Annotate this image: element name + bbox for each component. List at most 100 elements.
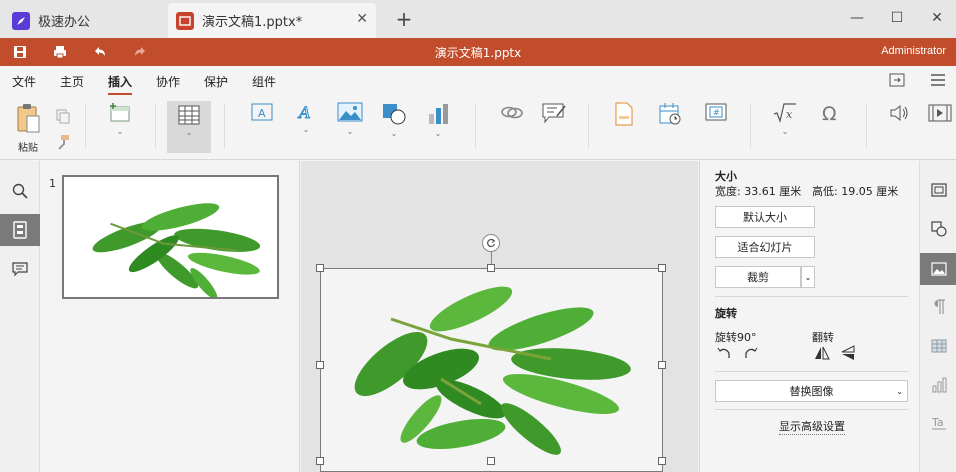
rotate90-label: 旋转90° <box>715 331 757 344</box>
menu-file[interactable]: 文件 <box>12 73 36 90</box>
resize-handle-nw[interactable] <box>316 264 324 272</box>
chevron-down-icon: ⌄ <box>896 386 903 396</box>
chart-button[interactable]: ⌄ <box>418 102 458 150</box>
copy-icon[interactable] <box>55 108 71 127</box>
table-button[interactable]: ⌄ <box>167 101 211 153</box>
paste-button[interactable]: 粘贴 <box>8 102 48 158</box>
omega-icon: Ω <box>822 103 837 124</box>
shape-settings-icon[interactable] <box>920 213 956 245</box>
close-window-button[interactable]: ✕ <box>922 6 952 30</box>
comments-icon[interactable] <box>0 253 40 285</box>
svg-text:#: # <box>713 108 720 117</box>
image-settings-panel: 大小 宽度: 33.61 厘米 高低: 19.05 厘米 默认大小 适合幻灯片 … <box>699 161 919 472</box>
symbol-button[interactable]: Ω <box>811 102 851 150</box>
svg-text:Ω: Ω <box>822 103 837 124</box>
separator <box>224 104 225 148</box>
equation-button[interactable]: x ⌄ <box>765 102 805 150</box>
insert-toolbar: 粘贴 ⌄ ⌄ A A ⌄ ⌄ ⌄ ⌄ # x ⌄ Ω <box>0 96 956 160</box>
table-icon <box>178 105 200 125</box>
chart-icon <box>429 104 448 124</box>
link-icon <box>501 106 523 119</box>
resize-handle-s[interactable] <box>487 457 495 465</box>
image-settings-icon[interactable] <box>920 253 956 285</box>
editing-canvas[interactable] <box>301 161 698 472</box>
menu-bar: 文件 主页 插入 协作 保护 组件 <box>0 66 956 96</box>
document-title: 演示文稿1.pptx <box>434 46 522 60</box>
slides-panel-icon[interactable] <box>0 214 40 246</box>
crop-dropdown-icon[interactable]: ⌄ <box>801 266 815 288</box>
menu-insert[interactable]: 插入 <box>108 73 133 95</box>
resize-handle-ne[interactable] <box>658 264 666 272</box>
slide-number-button[interactable]: # <box>696 102 736 150</box>
text-art-button[interactable]: A ⌄ <box>286 102 326 150</box>
tea-leaves-image <box>354 286 631 455</box>
open-location-icon[interactable] <box>889 73 905 90</box>
format-painter-icon[interactable] <box>55 134 71 153</box>
replace-image-label: 替换图像 <box>789 385 834 398</box>
replace-image-button[interactable]: 替换图像 ⌄ <box>715 380 908 402</box>
menu-home[interactable]: 主页 <box>60 73 84 90</box>
paragraph-settings-icon[interactable] <box>920 291 956 323</box>
minimize-button[interactable]: — <box>842 6 872 30</box>
default-size-button[interactable]: 默认大小 <box>715 206 815 228</box>
tab-document[interactable]: 演示文稿1.pptx* ✕ <box>168 3 376 38</box>
separator <box>475 104 476 148</box>
image-button[interactable]: ⌄ <box>330 102 370 150</box>
text-art-settings-icon[interactable]: Ta <box>920 407 956 439</box>
resize-handle-w[interactable] <box>316 361 324 369</box>
close-tab-icon[interactable]: ✕ <box>356 11 368 27</box>
shape-button[interactable]: ⌄ <box>374 102 414 150</box>
rotate-left-icon[interactable] <box>717 346 731 363</box>
document-icon <box>615 102 633 126</box>
menu-components[interactable]: 组件 <box>252 73 276 90</box>
comment-button[interactable] <box>534 102 574 150</box>
resize-handle-n[interactable] <box>487 264 495 272</box>
new-tab-button[interactable]: + <box>390 6 418 32</box>
divider <box>715 371 908 372</box>
calendar-icon <box>659 103 681 125</box>
chart-settings-icon[interactable] <box>920 369 956 401</box>
separator <box>155 104 156 148</box>
table-settings-icon[interactable] <box>920 330 956 362</box>
tea-leaves-thumbnail-image <box>92 203 261 300</box>
audio-button[interactable] <box>880 102 920 150</box>
speaker-icon <box>890 104 908 122</box>
header-footer-button[interactable] <box>604 102 644 150</box>
text-box-button[interactable]: A <box>242 102 282 150</box>
slide-settings-icon[interactable] <box>920 174 956 206</box>
user-name[interactable]: Administrator <box>881 45 946 57</box>
slide-thumbnail[interactable] <box>62 175 279 300</box>
rotate-handle-icon[interactable] <box>482 234 500 252</box>
menu-collaborate[interactable]: 协作 <box>156 73 180 90</box>
selected-image[interactable] <box>320 268 663 472</box>
hyperlink-button[interactable] <box>492 102 532 150</box>
resize-handle-se[interactable] <box>658 457 666 465</box>
size-heading: 大小 <box>715 170 737 183</box>
flip-horizontal-icon[interactable] <box>814 345 830 364</box>
text-art-icon: A <box>297 103 312 123</box>
resize-handle-sw[interactable] <box>316 457 324 465</box>
fit-slide-button[interactable]: 适合幻灯片 <box>715 236 815 258</box>
right-sidebar: Ta <box>919 161 956 472</box>
comment-icon <box>542 103 566 124</box>
hamburger-menu-icon[interactable] <box>930 74 946 89</box>
chevron-down-icon: ⌄ <box>116 127 124 136</box>
search-icon[interactable] <box>0 175 40 207</box>
advanced-settings-link[interactable]: 显示高级设置 <box>779 418 845 435</box>
flip-vertical-icon[interactable] <box>840 345 856 364</box>
video-button[interactable] <box>924 102 956 150</box>
date-time-button[interactable] <box>650 102 690 150</box>
width-value: 宽度: 33.61 厘米 <box>715 185 802 198</box>
chevron-down-icon: ⌄ <box>434 129 442 138</box>
flip-label: 翻转 <box>812 331 834 344</box>
chevron-down-icon: ⌄ <box>302 125 310 134</box>
rotate-right-icon[interactable] <box>744 346 758 363</box>
menu-protect[interactable]: 保护 <box>204 73 228 90</box>
maximize-button[interactable]: ☐ <box>882 6 912 30</box>
crop-button[interactable]: 裁剪 <box>715 266 801 288</box>
video-icon <box>928 104 952 122</box>
new-slide-button[interactable]: ⌄ <box>100 102 140 150</box>
tab-home[interactable]: 极速办公 <box>4 3 162 38</box>
app-logo-icon <box>12 11 30 30</box>
resize-handle-e[interactable] <box>658 361 666 369</box>
